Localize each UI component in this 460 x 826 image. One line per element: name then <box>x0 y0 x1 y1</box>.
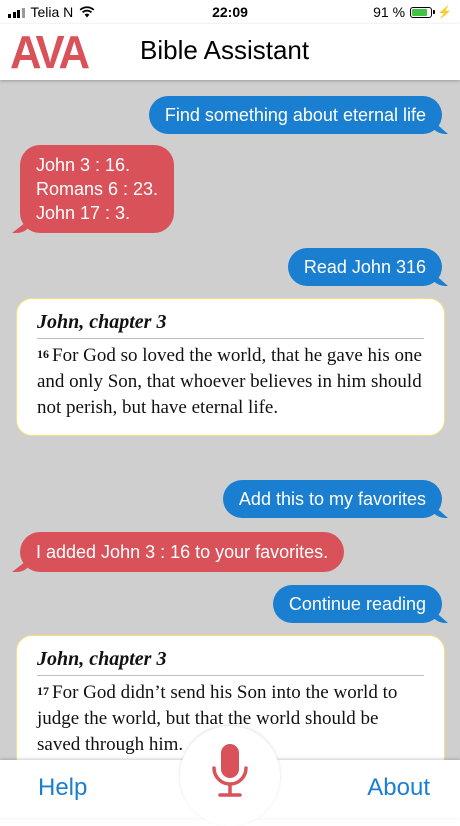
user-message: Read John 316 <box>287 248 442 286</box>
microphone-icon <box>212 744 248 797</box>
verse-card: John, chapter 3 16 For God so loved the w… <box>16 298 445 436</box>
reference-line: Romans 6 : 23. <box>36 179 159 199</box>
bottom-bar: Help About <box>0 726 460 826</box>
charging-icon: ⚡ <box>437 5 452 19</box>
app-header: AVA Bible Assistant <box>0 24 460 80</box>
ava-message: I added John 3 : 16 to your favorites. <box>20 532 345 572</box>
user-message: Find something about eternal life <box>148 96 442 134</box>
microphone-button[interactable] <box>180 726 280 826</box>
battery-percent: 91 % <box>373 4 406 20</box>
status-bar: Telia N 22:09 91 % ⚡ <box>0 0 460 24</box>
verse-number: 16 <box>37 347 49 361</box>
verse-number: 17 <box>37 684 49 698</box>
card-title: John, chapter 3 <box>37 648 424 676</box>
user-message: Continue reading <box>272 585 442 623</box>
page-title: Bible Assistant <box>140 35 310 65</box>
user-message: Add this to my favorites <box>222 480 442 518</box>
ava-message: John 3 : 16. Romans 6 : 23. John 17 : 3. <box>20 145 175 233</box>
status-right: 91 % ⚡ <box>373 4 452 20</box>
reference-line: John 17 : 3. <box>36 203 131 223</box>
card-title: John, chapter 3 <box>37 311 424 339</box>
help-button[interactable]: Help <box>38 774 87 802</box>
verse-body: For God so loved the world, that he gave… <box>37 345 422 418</box>
battery-level <box>412 8 428 16</box>
verse-text: 16 For God so loved the world, that he ga… <box>37 343 424 421</box>
app-logo: AVA <box>10 26 90 78</box>
about-button[interactable]: About <box>367 774 430 802</box>
chat-area[interactable]: Find something about eternal life John 3… <box>0 80 460 760</box>
reference-line: John 3 : 16. <box>36 155 131 175</box>
battery-icon <box>410 6 436 18</box>
